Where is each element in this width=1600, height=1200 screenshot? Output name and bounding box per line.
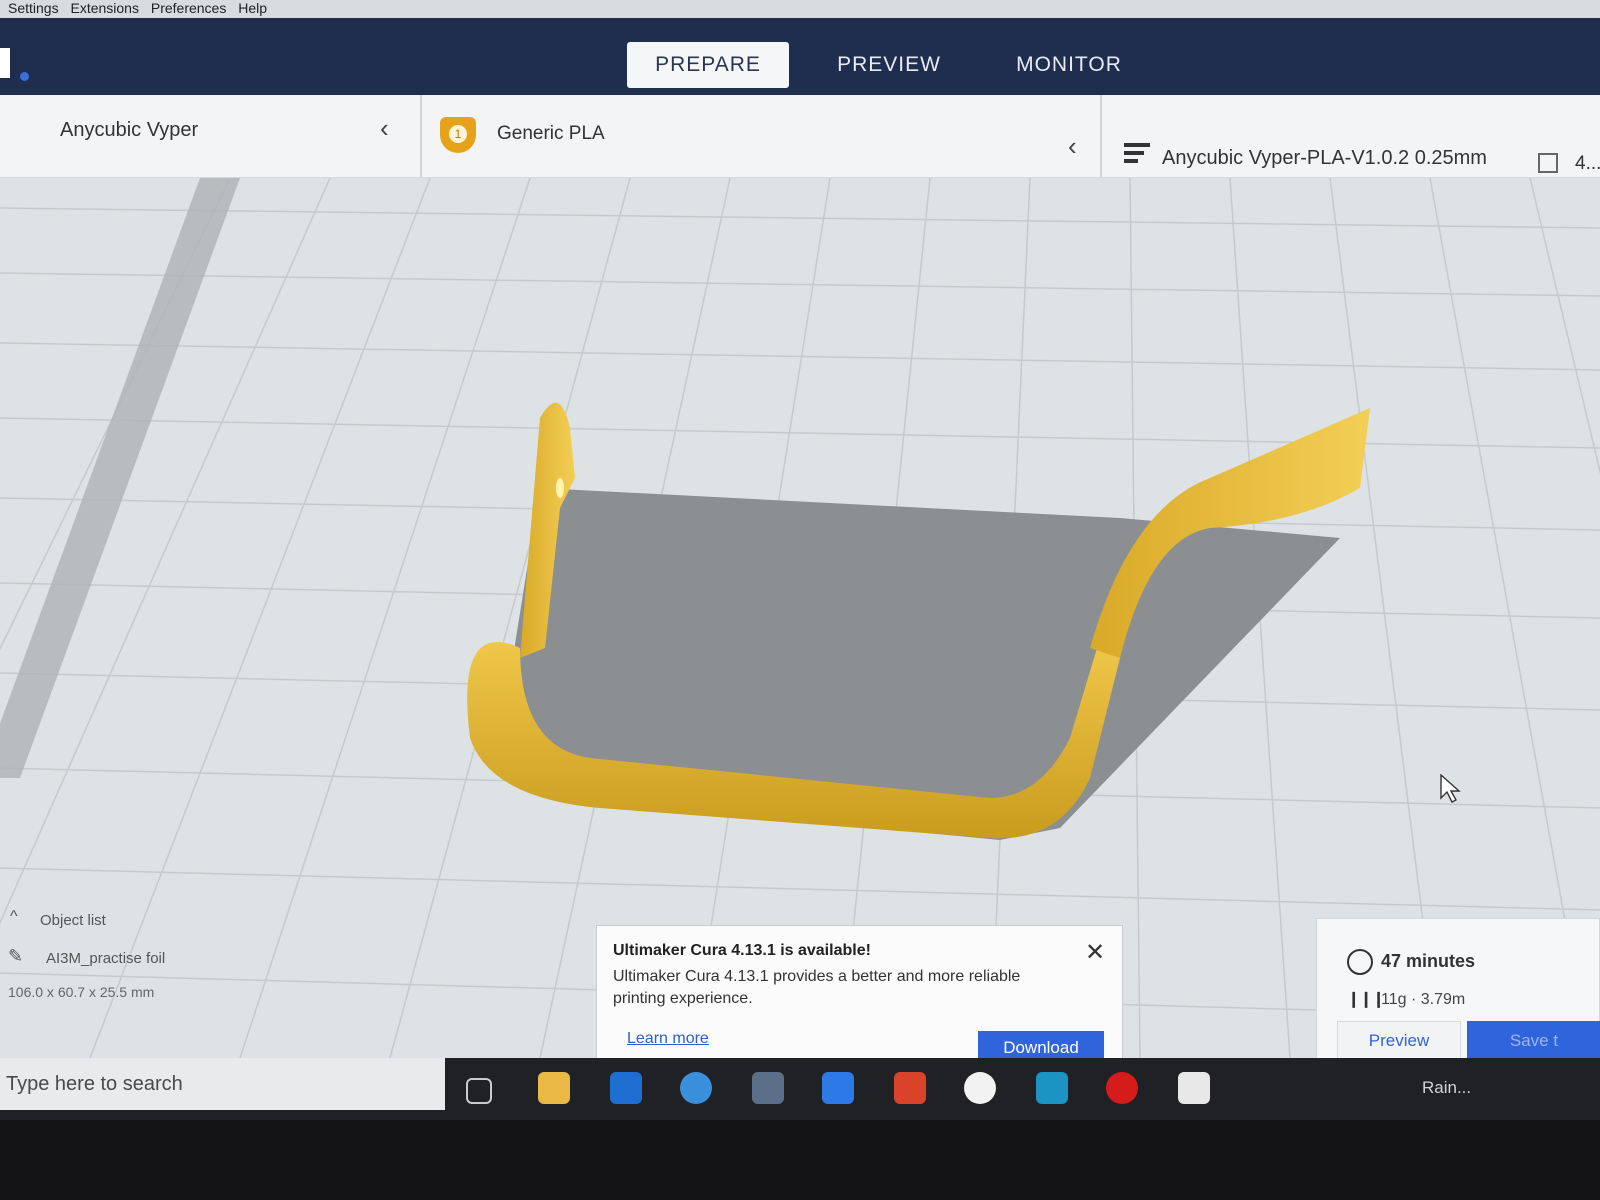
filament-icon: ❙❙❙ bbox=[1347, 991, 1385, 1008]
app-logo bbox=[0, 48, 10, 78]
taskbar: Type here to search Rain... bbox=[0, 1058, 1600, 1120]
3d-viewer-icon[interactable] bbox=[1178, 1072, 1210, 1104]
menu-extensions[interactable]: Extensions bbox=[70, 1, 138, 15]
app-logo-dot bbox=[20, 72, 29, 81]
camera-icon[interactable] bbox=[752, 1072, 784, 1104]
material-selector[interactable]: Generic PLA bbox=[497, 123, 605, 145]
file-explorer-icon[interactable] bbox=[538, 1072, 570, 1104]
profile-settings-icon bbox=[1124, 143, 1150, 167]
update-notification: Ultimaker Cura 4.13.1 is available! Ulti… bbox=[596, 925, 1123, 1065]
object-name[interactable]: AI3M_practise foil bbox=[46, 950, 165, 967]
learn-more-link[interactable]: Learn more bbox=[627, 1030, 709, 1048]
taskbar-search-input[interactable]: Type here to search bbox=[0, 1058, 445, 1110]
menu-help[interactable]: Help bbox=[238, 1, 267, 15]
selector-bar: Anycubic Vyper ‹ 1 Generic PLA ‹ Anycubi… bbox=[0, 95, 1600, 178]
menu-settings[interactable]: Settings bbox=[8, 1, 59, 15]
opera-icon[interactable] bbox=[1106, 1072, 1138, 1104]
print-time: 47 minutes bbox=[1381, 951, 1476, 971]
chevron-left-icon[interactable]: ‹ bbox=[380, 113, 389, 144]
weather-status[interactable]: Rain... bbox=[1422, 1078, 1471, 1098]
object-list-header[interactable]: Object list bbox=[40, 912, 106, 929]
zoom-icon[interactable] bbox=[822, 1072, 854, 1104]
profile-selector[interactable]: Anycubic Vyper-PLA-V1.0.2 0.25mm bbox=[1162, 147, 1487, 170]
material-estimate: 11g · 3.79m bbox=[1381, 991, 1466, 1008]
edge-icon[interactable] bbox=[680, 1072, 712, 1104]
support-icon[interactable] bbox=[1538, 153, 1558, 173]
extruder-number: 1 bbox=[449, 125, 467, 143]
tab-preview[interactable]: PREVIEW bbox=[809, 42, 969, 88]
cura-icon[interactable] bbox=[1036, 1072, 1068, 1104]
store-icon[interactable] bbox=[610, 1072, 642, 1104]
cursor-icon bbox=[1440, 774, 1461, 803]
notification-title: Ultimaker Cura 4.13.1 is available! bbox=[613, 942, 871, 959]
divider bbox=[420, 95, 422, 177]
chevron-up-icon[interactable]: ^ bbox=[10, 908, 18, 926]
chrome-icon[interactable] bbox=[964, 1072, 996, 1104]
preview-button[interactable]: Preview bbox=[1337, 1021, 1461, 1061]
object-dimensions: 106.0 x 60.7 x 25.5 mm bbox=[8, 984, 155, 1000]
print-estimate-panel: 47 minutes ❙❙❙ 11g · 3.79m Preview Save … bbox=[1316, 918, 1600, 1063]
stage-tabs: PREPARE PREVIEW MONITOR bbox=[627, 42, 1149, 88]
tab-prepare[interactable]: PREPARE bbox=[627, 42, 789, 88]
chevron-left-icon[interactable]: ‹ bbox=[1068, 131, 1077, 162]
printer-selector[interactable]: Anycubic Vyper bbox=[60, 119, 198, 142]
divider bbox=[1100, 95, 1102, 177]
close-icon[interactable]: ✕ bbox=[1085, 938, 1105, 967]
screen-bezel bbox=[0, 1120, 1600, 1200]
tab-monitor[interactable]: MONITOR bbox=[989, 42, 1149, 88]
extruder-badge-icon[interactable]: 1 bbox=[440, 117, 476, 153]
notification-body: Ultimaker Cura 4.13.1 provides a better … bbox=[613, 968, 1021, 1007]
menu-bar: Settings Extensions Preferences Help bbox=[0, 0, 1600, 18]
support-label[interactable]: 4... bbox=[1575, 153, 1600, 175]
menu-preferences[interactable]: Preferences bbox=[151, 1, 226, 15]
office-icon[interactable] bbox=[894, 1072, 926, 1104]
save-button[interactable]: Save t bbox=[1467, 1021, 1600, 1061]
object-list-panel: ^ Object list ✎ AI3M_practise foil 106.0… bbox=[0, 908, 440, 1018]
task-view-icon[interactable] bbox=[466, 1078, 492, 1104]
pencil-icon: ✎ bbox=[8, 946, 24, 966]
clock-icon bbox=[1347, 949, 1373, 975]
